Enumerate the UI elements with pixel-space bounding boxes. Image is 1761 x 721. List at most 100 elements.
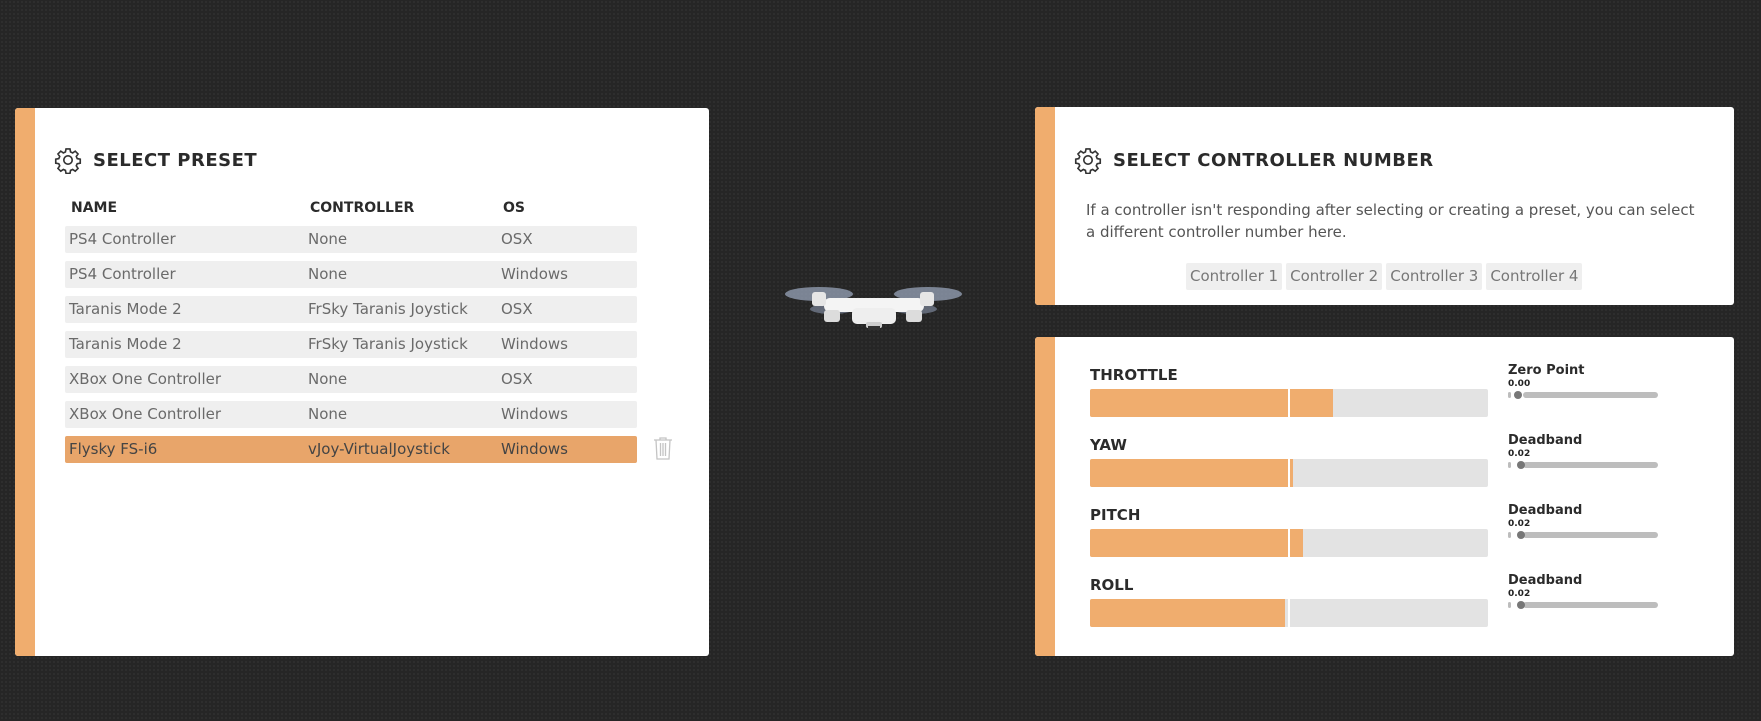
deadband-slider[interactable] <box>1508 531 1658 539</box>
slider-min-tick <box>1508 602 1511 608</box>
panel-accent-bar <box>15 108 35 656</box>
controller-number-title: SELECT CONTROLLER NUMBER <box>1074 146 1434 174</box>
deadband-setting: Deadband 0.02 <box>1508 503 1678 539</box>
preset-list: PS4 Controller None OSX PS4 Controller N… <box>65 226 637 471</box>
column-header-name: NAME <box>71 200 118 216</box>
slider-handle[interactable] <box>1514 391 1522 399</box>
zero-point-setting: Zero Point 0.00 <box>1508 363 1678 399</box>
axis-bar-fill <box>1090 389 1333 417</box>
preset-panel: SELECT PRESET NAME CONTROLLER OS PS4 Con… <box>15 108 709 656</box>
axis-roll: ROLL Deadband 0.02 <box>1090 573 1690 636</box>
preset-row[interactable]: XBox One Controller None Windows <box>65 401 637 428</box>
preset-row-selected[interactable]: Flysky FS-i6 vJoy-VirtualJoystick Window… <box>65 436 637 463</box>
controller-4-button[interactable]: Controller 4 <box>1486 263 1583 290</box>
controller-1-button[interactable]: Controller 1 <box>1186 263 1283 290</box>
trash-icon[interactable] <box>653 436 673 460</box>
axis-bar-fill <box>1090 599 1286 627</box>
setting-label: Zero Point <box>1508 363 1585 378</box>
setting-value: 0.02 <box>1508 449 1531 459</box>
preset-name: PS4 Controller <box>69 265 176 283</box>
setting-value: 0.02 <box>1508 589 1531 599</box>
column-header-os: OS <box>503 200 525 216</box>
panel-accent-bar <box>1035 337 1055 656</box>
preset-controller: None <box>308 370 348 388</box>
preset-title-text: SELECT PRESET <box>93 149 258 171</box>
preset-name: Taranis Mode 2 <box>69 335 182 353</box>
preset-name: XBox One Controller <box>69 405 222 423</box>
drone-icon <box>785 287 962 330</box>
axis-label: YAW <box>1090 436 1127 454</box>
zero-point-slider[interactable] <box>1508 391 1658 399</box>
preset-controller: None <box>308 265 348 283</box>
preset-os: Windows <box>501 265 568 283</box>
controller-2-button[interactable]: Controller 2 <box>1286 263 1383 290</box>
axis-bar-center-line <box>1288 529 1290 557</box>
preset-row[interactable]: XBox One Controller None OSX <box>65 366 637 393</box>
axis-bar <box>1090 529 1488 557</box>
slider-track <box>1523 602 1658 608</box>
controller-number-buttons: Controller 1 Controller 2 Controller 3 C… <box>1186 263 1583 290</box>
axes-panel: THROTTLE Zero Point 0.00 YAW Deadband 0.… <box>1035 337 1734 656</box>
preset-name: PS4 Controller <box>69 230 176 248</box>
axis-bar <box>1090 459 1488 487</box>
axis-label: THROTTLE <box>1090 366 1178 384</box>
preset-name: Taranis Mode 2 <box>69 300 182 318</box>
deadband-setting: Deadband 0.02 <box>1508 573 1678 609</box>
preset-title: SELECT PRESET <box>54 146 257 174</box>
axis-bar <box>1090 389 1488 417</box>
preset-row[interactable]: PS4 Controller None OSX <box>65 226 637 253</box>
preset-row[interactable]: Taranis Mode 2 FrSky Taranis Joystick OS… <box>65 296 637 323</box>
axis-bar-center-line <box>1288 389 1290 417</box>
slider-min-tick <box>1508 462 1511 468</box>
preset-row[interactable]: Taranis Mode 2 FrSky Taranis Joystick Wi… <box>65 331 637 358</box>
preset-row[interactable]: PS4 Controller None Windows <box>65 261 637 288</box>
preset-controller: vJoy-VirtualJoystick <box>308 440 450 458</box>
setting-label: Deadband <box>1508 433 1583 448</box>
slider-handle[interactable] <box>1516 601 1525 609</box>
setting-label: Deadband <box>1508 573 1583 588</box>
slider-track <box>1523 462 1658 468</box>
slider-min-tick <box>1508 392 1511 398</box>
setting-label: Deadband <box>1508 503 1583 518</box>
slider-handle[interactable] <box>1516 531 1525 539</box>
preset-controller: None <box>308 405 348 423</box>
gear-icon <box>1074 148 1102 174</box>
preset-os: Windows <box>501 440 568 458</box>
slider-track <box>1523 532 1658 538</box>
axis-bar <box>1090 599 1488 627</box>
preset-os: OSX <box>501 300 533 318</box>
slider-min-tick <box>1508 532 1511 538</box>
deadband-slider[interactable] <box>1508 461 1658 469</box>
deadband-setting: Deadband 0.02 <box>1508 433 1678 469</box>
column-header-controller: CONTROLLER <box>310 200 415 216</box>
preset-controller: FrSky Taranis Joystick <box>308 335 468 353</box>
preset-os: Windows <box>501 405 568 423</box>
preset-name: XBox One Controller <box>69 370 222 388</box>
axis-label: PITCH <box>1090 506 1141 524</box>
preset-name: Flysky FS-i6 <box>69 440 158 458</box>
preset-controller: FrSky Taranis Joystick <box>308 300 468 318</box>
axis-bar-fill <box>1090 529 1303 557</box>
preset-os: Windows <box>501 335 568 353</box>
axis-bar-center-line <box>1288 599 1290 627</box>
deadband-slider[interactable] <box>1508 601 1658 609</box>
setting-value: 0.02 <box>1508 519 1531 529</box>
preset-controller: None <box>308 230 348 248</box>
slider-handle[interactable] <box>1516 461 1525 469</box>
controller-number-description: If a controller isn't responding after s… <box>1086 201 1695 241</box>
panel-accent-bar <box>1035 107 1055 305</box>
axis-yaw: YAW Deadband 0.02 <box>1090 433 1690 496</box>
controller-number-panel: SELECT CONTROLLER NUMBER If a controller… <box>1035 107 1734 305</box>
gear-icon <box>54 148 82 174</box>
controller-3-button[interactable]: Controller 3 <box>1386 263 1483 290</box>
axis-bar-center-line <box>1288 459 1290 487</box>
preset-os: OSX <box>501 370 533 388</box>
slider-track <box>1523 392 1658 398</box>
preset-table-header: NAME CONTROLLER OS <box>71 200 641 220</box>
axis-label: ROLL <box>1090 576 1134 594</box>
setting-value: 0.00 <box>1508 379 1531 389</box>
preset-os: OSX <box>501 230 533 248</box>
axis-pitch: PITCH Deadband 0.02 <box>1090 503 1690 566</box>
axis-bar-fill <box>1090 459 1293 487</box>
axis-throttle: THROTTLE Zero Point 0.00 <box>1090 363 1690 426</box>
